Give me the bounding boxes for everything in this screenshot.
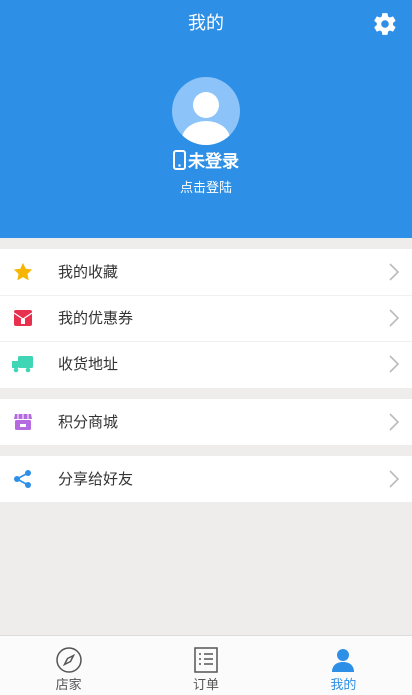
chevron-right-icon [389,263,400,281]
menu-item-label: 收货地址 [58,355,119,373]
chevron-right-icon [389,470,400,488]
menu-item-label: 我的收藏 [58,263,119,281]
menu-item-address[interactable]: 收货地址 [0,341,412,387]
store-icon [12,411,34,433]
menu-item-points-mall[interactable]: 积分商城 [0,399,412,445]
avatar[interactable] [172,77,240,145]
menu-item-share[interactable]: 分享给好友 [0,456,412,502]
app: 我的 未登录 点击登陆 我的收藏 我的优惠券 收货地址 积分商城 分享给好友 店… [0,0,412,695]
menu-group-share: 分享给好友 [0,456,412,502]
menu-group-account: 我的收藏 我的优惠券 收货地址 [0,249,412,388]
phone-icon [173,150,186,170]
menu-item-label: 分享给好友 [58,470,134,488]
menu-group-points: 积分商城 [0,399,412,445]
menu-item-coupons[interactable]: 我的优惠券 [0,295,412,341]
tab-label: 店家 [55,678,82,693]
gear-icon[interactable] [372,11,398,37]
user-silhouette-icon [182,92,230,145]
tab-label: 订单 [192,678,219,693]
tab-orders[interactable]: 订单 [137,636,274,695]
star-icon [12,261,34,283]
menu-item-label: 积分商城 [58,413,119,431]
bottom-tab-bar: 店家 订单 我的 [0,635,412,695]
share-icon [12,468,34,490]
login-status-text: 未登录 [188,152,239,172]
page-title: 我的 [188,13,224,34]
login-status[interactable]: 未登录 [0,150,412,173]
coupon-icon [12,307,34,329]
tab-mine[interactable]: 我的 [275,636,412,695]
chevron-right-icon [389,309,400,327]
menu-item-favorites[interactable]: 我的收藏 [0,249,412,295]
truck-icon [12,353,34,375]
tab-label: 我的 [330,678,357,693]
compass-icon [55,647,82,673]
chevron-right-icon [389,413,400,431]
menu-item-label: 我的优惠券 [58,309,134,327]
tab-shops[interactable]: 店家 [0,636,137,695]
profile-header: 我的 未登录 点击登陆 [0,0,412,238]
login-link[interactable]: 点击登陆 [0,180,412,198]
user-icon [332,649,355,672]
list-icon [194,647,218,673]
chevron-right-icon [389,355,400,373]
